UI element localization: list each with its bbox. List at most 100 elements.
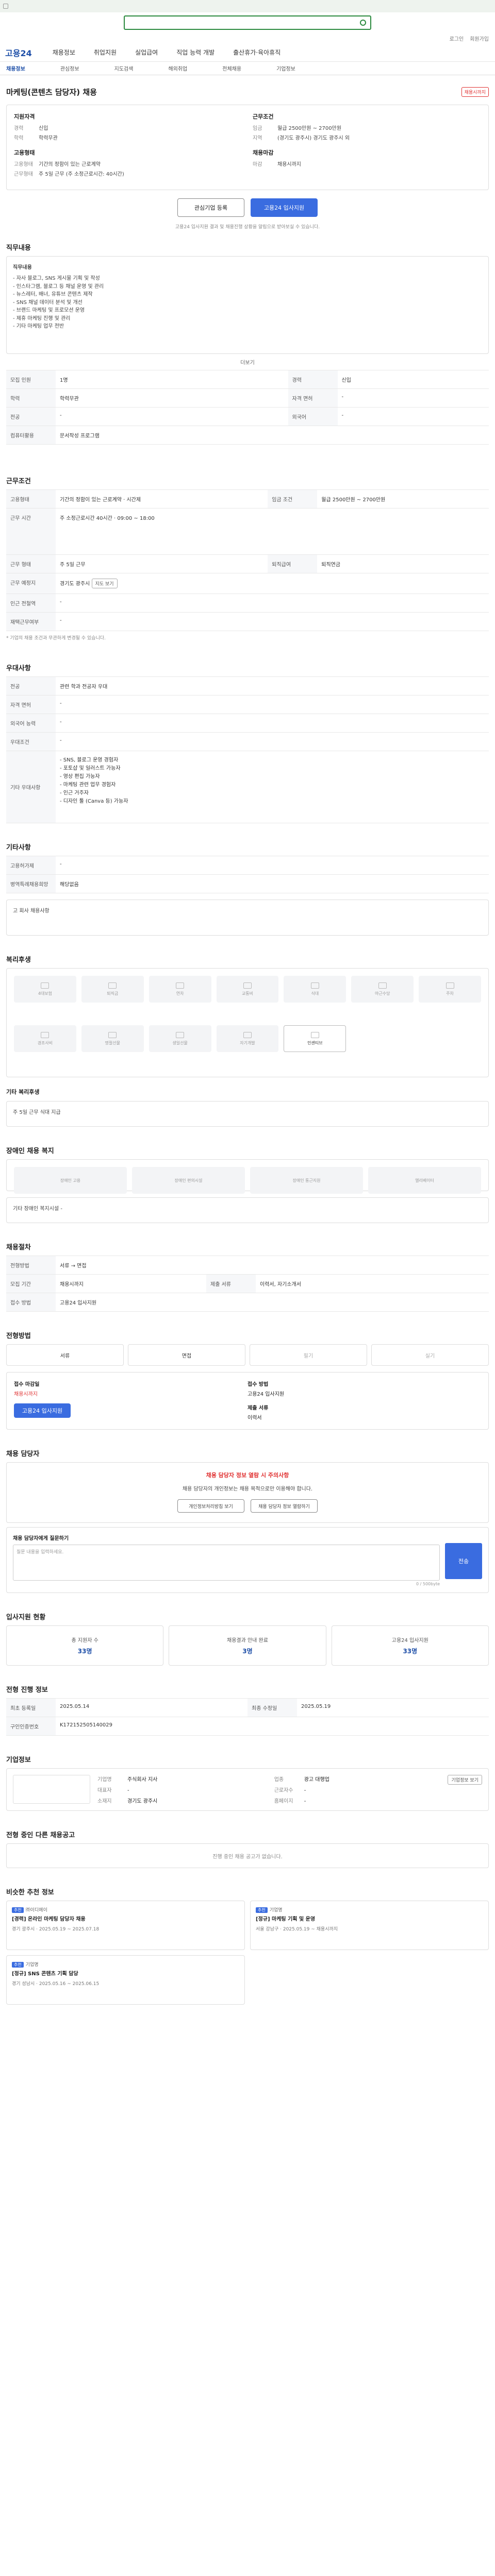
section-title: 전형 진행 정보 <box>6 1686 48 1694</box>
section-title: 비슷한 추천 정보 <box>6 1889 54 1896</box>
job-title: 마케팅(콘텐츠 담당자) 채용 <box>6 88 97 97</box>
lnb-item[interactable]: 해외취업 <box>168 64 187 72</box>
company-logo <box>13 1775 90 1804</box>
requirement-table: 모집 인원 1명 경력 신입 학력 학력무관 자격 면허 - 전공 - 외국어 - 컴퓨터활용 문서… <box>6 370 489 445</box>
status-badge: 채용시까지 <box>461 87 489 97</box>
section-title: 채용 담당자 <box>6 1450 40 1458</box>
section-title: 장애인 채용 복지 <box>6 1147 54 1155</box>
more-button[interactable]: 더보기 <box>0 358 495 366</box>
info-table: 최초 등록일 2025.05.14 최종 수정일 2025.05.19 구인인증번호 K… <box>6 1698 489 1736</box>
other-table: 고용허가제 - 병역특례채용희망 해당없음 <box>6 856 489 893</box>
welfare-item: 연차 <box>148 976 211 1003</box>
question-input[interactable]: 질문 내용을 입력하세요. <box>13 1545 440 1581</box>
gnb-item[interactable]: 취업지원 <box>94 48 117 57</box>
welfare-icon <box>446 982 454 989</box>
section-title: 전형방법 <box>6 1332 31 1340</box>
section-title: 근무조건 <box>6 478 31 485</box>
recommend-list: 추천 ㈜이디에이 [경력] 온라인 마케팅 담당자 채용 경기 광주시 · 2025.… <box>6 1901 489 2005</box>
send-button[interactable]: 전송 <box>445 1543 482 1579</box>
disability-item: 엘리베이터 <box>368 1167 481 1194</box>
site-logo[interactable]: 고용24 <box>5 46 32 59</box>
welfare-item: 인센티브 <box>284 1025 346 1052</box>
map-button[interactable]: 지도 보기 <box>91 579 118 588</box>
welfare-item: 야근수당 <box>351 976 414 1003</box>
lnb-item[interactable]: 기업정보 <box>276 64 295 72</box>
condition-table: 고용형태 기간의 정함이 있는 근로계약 · 시간제 임금 조건 월급 2500만원 … <box>6 489 489 631</box>
view-contact-button[interactable]: 채용 담당자 정보 열람하기 <box>251 1499 318 1513</box>
welfare-item: 퇴직금 <box>81 976 144 1003</box>
step-card: 필기 <box>250 1344 367 1366</box>
global-nav: 고용24 채용정보 취업지원 실업급여 직업 능력 개발 출산휴가·육아휴직 <box>0 43 495 62</box>
disability-grid: 장애인 고용 장애인 편의시설 장애인 통근지원 엘리베이터 <box>6 1159 489 1194</box>
signup-link[interactable]: 회원가입 <box>470 35 489 42</box>
welfare-item: 4대보험 <box>14 976 76 1003</box>
gnb-item[interactable]: 채용정보 <box>53 48 75 57</box>
apply-button-2[interactable]: 고용24 입사지원 <box>14 1403 71 1418</box>
welfare-item: 경조사비 <box>14 1025 76 1052</box>
local-nav: 채용정보 관심정보 지도검색 해외취업 전체채용 기업정보 <box>0 62 495 75</box>
welfare-icon <box>176 1031 185 1038</box>
welfare-icon <box>310 982 319 989</box>
step-card: 서류 <box>6 1344 124 1366</box>
section-title: 직무내용 <box>6 244 31 252</box>
welfare-icon <box>108 1031 117 1038</box>
apply-stats: 총 지원자 수 33명 채용결과 안내 완료 3명 고용24 입사지원 33명 <box>6 1625 489 1666</box>
section-title: 기업정보 <box>6 1756 31 1764</box>
welfare-icon <box>108 982 117 989</box>
welfare-icon <box>310 1031 319 1038</box>
welfare-icon <box>41 982 50 989</box>
disability-etc: 기타 장애인 복지시설 - <box>6 1197 489 1223</box>
disability-item: 장애인 편의시설 <box>132 1167 245 1194</box>
search-input[interactable] <box>124 15 371 30</box>
recommend-card[interactable]: 추천 ㈜이디에이 [경력] 온라인 마케팅 담당자 채용 경기 광주시 · 2025.… <box>6 1901 245 1950</box>
section-title: 입사지원 현황 <box>6 1614 46 1621</box>
lnb-item[interactable]: 관심정보 <box>60 64 79 72</box>
lnb-item[interactable]: 채용정보 <box>6 64 25 72</box>
welfare-item: 식대 <box>284 976 346 1003</box>
gnb-item[interactable]: 직업 능력 개발 <box>176 48 214 57</box>
lnb-item[interactable]: 전체채용 <box>222 64 241 72</box>
section-title: 전형 중인 다른 채용공고 <box>6 1832 75 1839</box>
recommend-card[interactable]: 추천 기업명 [정규] 마케팅 기획 및 운영 서울 강남구 · 2025.05.19… <box>250 1901 489 1950</box>
close-icon[interactable] <box>3 4 8 9</box>
welfare-etc: 주 5일 근무 식대 지급 <box>6 1101 489 1127</box>
welfare-item: 명절선물 <box>81 1025 144 1052</box>
recommend-card[interactable]: 추천 기업명 [정규] SNS 콘텐츠 기획 담당 경기 성남시 · 2025.05.… <box>6 1955 245 2005</box>
warning-box: 채용 담당자 정보 열람 시 주의사항 채용 담당자의 개인정보는 채용 목적으… <box>6 1462 489 1523</box>
stat-card: 채용결과 안내 완료 3명 <box>169 1625 326 1666</box>
question-form: 채용 담당자에게 질문하기 질문 내용을 입력하세요. 0 / 500byte … <box>6 1527 489 1593</box>
job-summary: 지원자격 경력 신입 학력 학력무관 고용형태 고용형태 기간의 정함이 있는 근로계… <box>6 105 489 190</box>
process-table: 전형방법 서류 → 면접 모집 기간 채용시까지 제출 서류 이력서, 자기소개서 접수… <box>6 1256 489 1312</box>
welfare-icon <box>176 982 185 989</box>
lnb-item[interactable]: 지도검색 <box>114 64 134 72</box>
company-box: 기업명 주식회사 지사 업종 광고 대행업 대표자 - 근로자수 - 소재지 경기도 광주… <box>6 1768 489 1811</box>
welfare-item: 교통비 <box>216 976 279 1003</box>
section-title: 복리후생 <box>6 956 31 964</box>
welfare-icon <box>378 982 387 989</box>
top-banner <box>0 0 495 12</box>
duty-box: 직무내용 - 자사 블로그, SNS 게시물 기획 및 작성 - 인스타그램, 블… <box>6 256 489 354</box>
section-title: 기타사항 <box>6 844 31 852</box>
welfare-item: 생일선물 <box>148 1025 211 1052</box>
stat-card: 고용24 입사지원 33명 <box>331 1625 489 1666</box>
search-icon[interactable] <box>360 20 366 26</box>
gnb-item[interactable]: 출산휴가·육아휴직 <box>233 48 280 57</box>
interest-company-button[interactable]: 관심기업 등록 <box>177 198 244 217</box>
step-card: 실기 <box>371 1344 489 1366</box>
company-recruit-box: 고 회사 채용사항 <box>6 900 489 936</box>
welfare-grid: 4대보험 퇴직금 연차 교통비 식대 야근수당 주차 경조사비 명절선물 생일선… <box>6 968 489 1077</box>
login-link[interactable]: 로그인 <box>450 35 464 42</box>
section-title: 채용절차 <box>6 1244 31 1251</box>
welfare-icon <box>41 1031 50 1038</box>
disability-item: 장애인 통근지원 <box>250 1167 363 1194</box>
apply-button[interactable]: 고용24 입사지원 <box>251 198 318 217</box>
welfare-icon <box>243 982 252 989</box>
step-card: 면접 <box>128 1344 245 1366</box>
selection-steps: 서류 면접 필기 실기 <box>6 1344 489 1366</box>
company-info-button[interactable]: 기업정보 보기 <box>448 1775 482 1785</box>
welfare-item: 자기개발 <box>216 1025 279 1052</box>
apply-area: 접수 마감일 채용시까지 고용24 입사지원 접수 방법 고용24 입사지원 제… <box>6 1372 489 1430</box>
privacy-button[interactable]: 개인정보처리방침 보기 <box>177 1499 244 1513</box>
gnb-item[interactable]: 실업급여 <box>135 48 158 57</box>
welfare-icon <box>243 1031 252 1038</box>
